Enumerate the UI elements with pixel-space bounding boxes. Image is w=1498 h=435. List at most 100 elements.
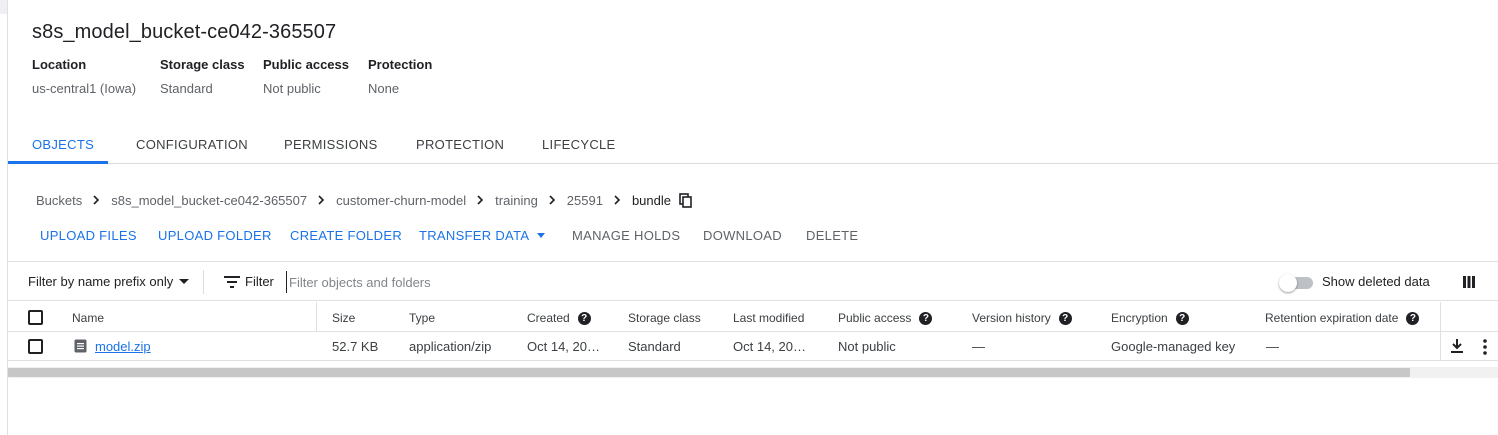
col-last-modified-label: Last modified [733,311,805,325]
cell-storage-class: Standard [628,339,681,354]
download-button[interactable]: DOWNLOAD [703,228,782,243]
cell-size: 52.7 KB [332,339,379,354]
transfer-data-button[interactable]: TRANSFER DATA [419,228,546,243]
cell-last-modified: Oct 14, 20… [733,339,806,354]
column-resize-handle[interactable] [316,302,317,332]
show-deleted-label: Show deleted data [1322,274,1430,289]
col-last-modified[interactable]: Last modified [733,311,804,325]
tab-bar: OBJECTS CONFIGURATION PERMISSIONS PROTEC… [8,125,1498,164]
tab-configuration[interactable]: CONFIGURATION [136,125,248,164]
meta-location: Location us-central1 (Iowa) [32,57,136,96]
meta-location-key: Location [32,57,87,72]
sticky-column-divider [1440,302,1441,332]
caret-down-icon [537,233,546,238]
download-icon[interactable] [1450,338,1464,354]
meta-public-access: Public access Not public [263,57,349,96]
breadcrumb-folder-training[interactable]: training [495,193,538,208]
object-name-link[interactable]: model.zip [95,339,151,354]
meta-protection: Protection None [368,57,432,96]
filter-icon [224,276,240,288]
col-version-history-label: Version history [972,311,1051,325]
toggle-knob [1279,274,1297,292]
breadcrumb-folder-customer-churn-model[interactable]: customer-churn-model [336,193,466,208]
filter-input[interactable] [286,271,1086,293]
cell-encryption: Google-managed key [1111,339,1236,354]
col-public-access[interactable]: Public access? [838,311,933,325]
col-type[interactable]: Type [409,311,435,325]
column-display-icon[interactable] [1463,276,1475,288]
help-icon[interactable]: ? [1406,311,1420,325]
col-size[interactable]: Size [332,311,355,325]
meta-location-value: us-central1 (Iowa) [32,81,137,96]
filter-prefix-dropdown[interactable]: Filter by name prefix only [28,274,190,289]
copy-path-icon[interactable] [679,193,693,208]
help-icon[interactable]: ? [577,311,591,325]
cell-public-access: Not public [838,339,896,354]
chevron-right-icon [613,193,622,208]
upload-files-button[interactable]: UPLOAD FILES [40,228,137,243]
show-deleted-toggle[interactable] [1279,274,1313,292]
select-all-checkbox[interactable] [28,310,43,325]
col-storage-class-label: Storage class [628,311,701,325]
row-checkbox[interactable] [28,339,43,354]
meta-protection-key: Protection [368,57,433,72]
file-icon [74,339,87,353]
chevron-right-icon [317,193,326,208]
chevron-right-icon [548,193,557,208]
caret-down-icon [179,279,190,284]
cell-version-history: — [972,339,985,354]
col-retention-label: Retention expiration date [1265,311,1399,325]
help-icon[interactable]: ? [1058,311,1072,325]
breadcrumb: Buckets s8s_model_bucket-ce042-365507 cu… [36,191,693,209]
col-storage-class[interactable]: Storage class [628,311,701,325]
col-created[interactable]: Created? [527,311,591,325]
col-retention-expiration[interactable]: Retention expiration date? [1265,311,1420,325]
tab-protection[interactable]: PROTECTION [416,125,504,164]
delete-button[interactable]: DELETE [806,228,858,243]
meta-public-access-value: Not public [263,81,321,96]
active-tab-indicator [8,161,108,164]
col-created-label: Created [527,311,570,325]
table-row: model.zip 52.7 KB application/zip Oct 14… [8,332,1498,361]
col-version-history[interactable]: Version history? [972,311,1072,325]
bucket-title: s8s_model_bucket-ce042-365507 [32,21,337,43]
breadcrumb-bucket[interactable]: s8s_model_bucket-ce042-365507 [111,193,307,208]
transfer-data-label: TRANSFER DATA [419,228,530,243]
divider [203,270,204,294]
meta-storage-class: Storage class Standard [160,57,245,96]
filter-prefix-label: Filter by name prefix only [28,274,174,289]
more-vert-icon[interactable] [1483,339,1487,355]
col-public-access-label: Public access [838,311,912,325]
table-header: Name Size Type Created? Storage class La… [8,302,1498,332]
manage-holds-button[interactable]: MANAGE HOLDS [572,228,680,243]
cell-type: application/zip [409,339,492,354]
breadcrumb-current-bundle: bundle [631,192,671,208]
tab-objects[interactable]: OBJECTS [32,125,94,164]
breadcrumb-buckets[interactable]: Buckets [36,193,82,208]
horizontal-scrollbar-thumb[interactable] [8,368,1410,377]
col-encryption-label: Encryption [1111,311,1168,325]
tab-permissions[interactable]: PERMISSIONS [284,125,378,164]
meta-storage-class-value: Standard [160,81,213,96]
col-size-label: Size [332,311,356,325]
col-name-label: Name [72,311,105,325]
cell-retention: — [1266,339,1279,354]
sticky-column-divider [1440,332,1441,361]
filter-bar: Filter by name prefix only Filter Show d… [8,261,1498,301]
help-icon[interactable]: ? [1175,311,1189,325]
meta-storage-class-key: Storage class [160,57,245,72]
help-icon[interactable]: ? [919,311,933,325]
meta-public-access-key: Public access [263,57,349,72]
create-folder-button[interactable]: CREATE FOLDER [290,228,402,243]
tab-lifecycle[interactable]: LIFECYCLE [542,125,616,164]
col-type-label: Type [409,311,436,325]
filter-label: Filter [245,274,274,289]
upload-folder-button[interactable]: UPLOAD FOLDER [158,228,272,243]
chevron-right-icon [476,193,485,208]
meta-protection-value: None [368,81,400,96]
chevron-right-icon [92,193,101,208]
col-name[interactable]: Name [72,311,104,325]
col-encryption[interactable]: Encryption? [1111,311,1189,325]
breadcrumb-folder-25591[interactable]: 25591 [567,193,603,208]
cell-created: Oct 14, 20… [527,339,600,354]
